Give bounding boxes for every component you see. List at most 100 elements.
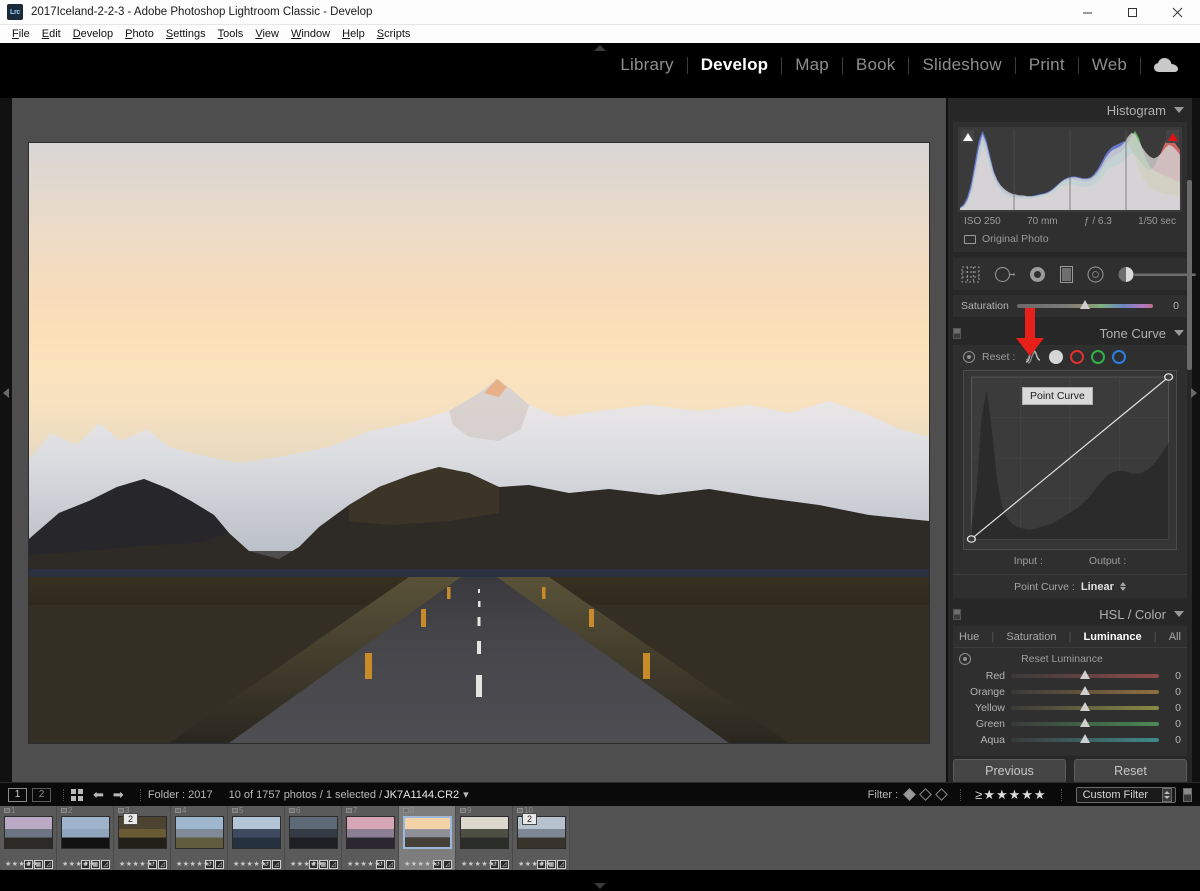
tone-curve-panel-header[interactable]: Tone Curve [948,321,1192,345]
shadow-clipping-indicator[interactable] [961,130,974,143]
saturation-slider-thumb[interactable] [1079,300,1090,309]
hsl-slider-thumb-yellow[interactable] [1080,702,1090,711]
hsl-slider-thumb-aqua[interactable] [1080,734,1090,743]
menu-item-file[interactable]: File [6,25,36,43]
hsl-panel-header[interactable]: HSL / Color [948,602,1192,626]
custom-filter-stepper-icon[interactable] [1162,787,1172,802]
hsl-slider-thumb-green[interactable] [1080,718,1090,727]
hsl-slider-thumb-red[interactable] [1080,670,1090,679]
thumb-rating[interactable]: ★★★★★ [62,860,96,868]
thumb-flag-icon[interactable] [289,808,295,813]
menu-item-help[interactable]: Help [336,25,371,43]
thumb-flag-icon[interactable] [403,808,409,813]
menu-item-edit[interactable]: Edit [36,25,67,43]
filmstrip-thumbnail[interactable]: 10 2 ↺ ▦ ◿ ★★★★★ [513,806,570,870]
target-adjustment-icon[interactable] [959,653,971,665]
flag-picked-icon[interactable] [903,788,917,801]
filmstrip-thumbnail[interactable]: 7 ↺ ◿ ★★★★★ [342,806,399,870]
radial-filter-icon[interactable] [1087,266,1104,283]
spot-removal-icon[interactable] [994,266,1015,283]
back-arrow-icon[interactable]: ⬅ [93,787,104,803]
red-eye-icon[interactable] [1029,266,1046,283]
crop-overlay-icon[interactable] [961,266,980,283]
minimize-button[interactable] [1065,0,1110,25]
thumb-rating[interactable]: ★★★★★ [290,860,324,868]
menu-item-photo[interactable]: Photo [119,25,160,43]
saturation-slider[interactable] [1016,300,1153,309]
filmstrip-thumbnail[interactable]: 2 ↺ ▦ ◿ ★★★★★ [57,806,114,870]
red-channel-icon[interactable] [1070,349,1085,364]
hsl-slider-track-yellow[interactable] [1011,702,1159,711]
forward-arrow-icon[interactable]: ➡ [113,787,124,803]
menu-item-view[interactable]: View [249,25,285,43]
hsl-slider-row-yellow[interactable]: Yellow 0 [953,700,1187,716]
basic-saturation-row[interactable]: Saturation 0 [953,295,1187,317]
point-curve-preset-value[interactable]: Linear [1081,581,1114,593]
histogram-chart[interactable] [958,127,1182,212]
adjustment-brush-icon[interactable] [1118,266,1198,283]
filmstrip-collapse-handle[interactable] [594,883,606,889]
module-book[interactable]: Book [843,55,909,75]
cloud-icon[interactable] [1141,57,1182,73]
thumb-stack-count[interactable]: 2 [123,813,139,825]
filmstrip-thumbnail[interactable]: 1 ↺ ▦ ◿ ★★★★★ [0,806,57,870]
menu-item-scripts[interactable]: Scripts [371,25,417,43]
thumb-rating[interactable]: ★★★★★ [518,860,552,868]
hsl-slider-track-red[interactable] [1011,670,1159,679]
flag-unflagged-icon[interactable] [919,788,933,801]
thumb-rating[interactable]: ★★★★★ [347,860,381,868]
tone-curve-panel-switch[interactable] [953,328,961,339]
right-panel-scrollbar[interactable] [1187,180,1192,370]
thumb-rating[interactable]: ★★★★★ [461,860,495,868]
thumb-rating[interactable]: ★★★★★ [233,860,267,868]
module-map[interactable]: Map [782,55,842,75]
thumb-stack-count[interactable]: 2 [522,813,538,825]
hsl-panel-switch[interactable] [953,609,961,620]
filmstrip-filename-caret-icon[interactable]: ▾ [463,788,469,801]
rating-filter[interactable]: ≥★★★★★ [975,787,1046,803]
histogram-panel-header[interactable]: Histogram [948,98,1192,122]
thumb-flag-icon[interactable] [460,808,466,813]
second-window-button[interactable]: 2 [32,787,51,802]
hsl-slider-track-green[interactable] [1011,718,1159,727]
photo-loupe-image[interactable] [29,143,929,743]
thumb-rating[interactable]: ★★★★★ [119,860,153,868]
chevron-down-icon[interactable] [1174,330,1184,336]
thumb-rating[interactable]: ★★★★★ [176,860,210,868]
hsl-slider-row-red[interactable]: Red 0 [953,668,1187,684]
hsl-slider-track-orange[interactable] [1011,686,1159,695]
hsl-tab-all[interactable]: All [1169,631,1181,643]
hsl-slider-track-aqua[interactable] [1011,734,1159,743]
thumb-flag-icon[interactable] [61,808,67,813]
green-channel-icon[interactable] [1091,349,1106,364]
previous-button[interactable]: Previous [953,759,1066,783]
menu-item-tools[interactable]: Tools [212,25,250,43]
main-window-button[interactable]: 1 [8,787,27,802]
grid-view-icon[interactable] [71,788,83,801]
custom-filter-dropdown[interactable]: Custom Filter [1075,786,1176,803]
point-curve-icon[interactable] [1049,349,1064,364]
hsl-slider-row-green[interactable]: Green 0 [953,716,1187,732]
filmstrip-thumbnail[interactable]: 6 ↺ ▦ ◿ ★★★★★ [285,806,342,870]
filmstrip-filter-switch[interactable] [1183,787,1192,802]
filmstrip-thumbnail[interactable]: 4 ↺ ◿ ★★★★★ [171,806,228,870]
thumb-rating[interactable]: ★★★★★ [404,860,438,868]
filmstrip-thumbnail[interactable]: 9 ↺ ◿ ★★★★★ [456,806,513,870]
thumb-rating[interactable]: ★★★★★ [5,860,39,868]
top-panel-collapse-handle[interactable] [594,45,606,51]
filmstrip-thumbnail[interactable]: 5 ↺ ◿ ★★★★★ [228,806,285,870]
module-library[interactable]: Library [607,55,686,75]
point-curve-preset-row[interactable]: Point Curve : Linear [953,574,1187,598]
highlight-clipping-indicator[interactable] [1166,130,1179,143]
blue-channel-icon[interactable] [1112,349,1127,364]
hsl-reset-label[interactable]: Reset Luminance [979,653,1145,665]
maximize-button[interactable] [1110,0,1155,25]
menu-item-develop[interactable]: Develop [67,25,119,43]
module-print[interactable]: Print [1016,55,1078,75]
flag-rejected-icon[interactable] [935,788,949,801]
thumb-flag-icon[interactable] [232,808,238,813]
hsl-tab-hue[interactable]: Hue [959,631,979,643]
left-panel-collapse-arrow[interactable] [0,383,12,403]
filmstrip-thumbnail[interactable]: 3 2 ↺ ◿ ★★★★★ [114,806,171,870]
right-panel-collapse-arrow[interactable] [1188,383,1200,403]
